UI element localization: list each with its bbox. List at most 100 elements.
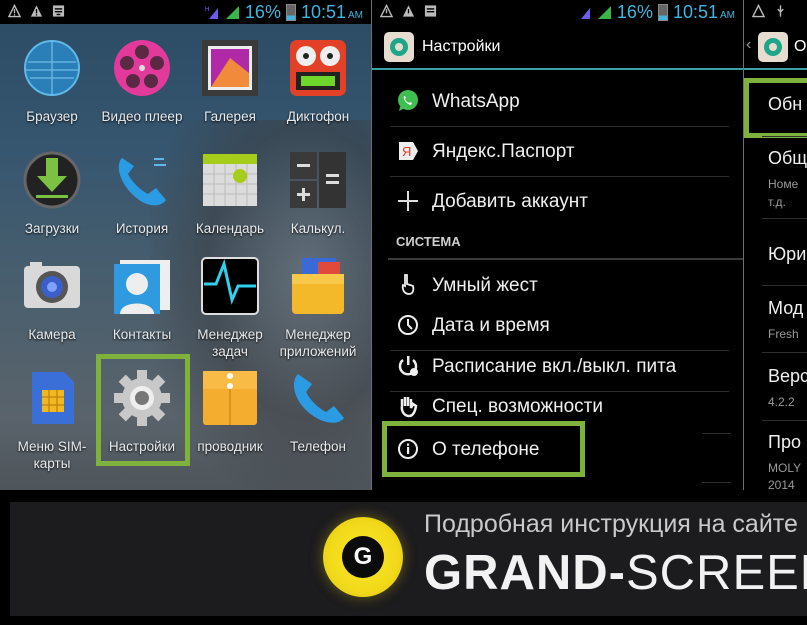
app-file-explorer[interactable]: проводник bbox=[184, 368, 276, 455]
updates-highlight-box bbox=[744, 78, 807, 138]
page-title: Настройки bbox=[422, 38, 501, 55]
app-label: Видео плеер bbox=[101, 109, 183, 124]
sim-card-icon bbox=[32, 372, 74, 424]
about-item-android-version[interactable]: Верс bbox=[768, 366, 807, 387]
settings-highlight-box bbox=[96, 354, 190, 466]
about-item-baseband[interactable]: Про bbox=[768, 432, 801, 453]
accessibility-hand-icon bbox=[400, 397, 418, 418]
about-action-bar: ‹ О bbox=[744, 24, 807, 70]
app-downloads[interactable]: Загрузки bbox=[6, 150, 98, 237]
list-divider bbox=[762, 352, 807, 353]
app-recorder[interactable]: Диктофон bbox=[272, 38, 364, 125]
svg-text:Я: Я bbox=[402, 144, 411, 159]
app-label: Меню SIM-карты bbox=[17, 439, 87, 471]
warning-icon bbox=[752, 4, 765, 18]
about-phone-highlight-box bbox=[382, 421, 585, 477]
app-label: Календарь bbox=[195, 221, 265, 236]
section-divider bbox=[388, 258, 743, 260]
app-phone[interactable]: Телефон bbox=[272, 368, 364, 455]
item-subtitle: Fresh bbox=[768, 327, 799, 341]
usb-icon bbox=[777, 5, 784, 17]
power-schedule-icon bbox=[398, 356, 418, 376]
settings-app-icon[interactable] bbox=[384, 32, 414, 62]
warning-icon bbox=[30, 5, 43, 17]
home-screen: H 16% 10:51 AM Браузер Видео плеер Галере… bbox=[0, 0, 371, 490]
app-label: Браузер bbox=[26, 109, 78, 124]
item-subtitle: MOLY bbox=[768, 461, 802, 475]
item-label: WhatsApp bbox=[432, 91, 520, 112]
app-video-player[interactable]: Видео плеер bbox=[96, 38, 188, 125]
yandex-icon: Я bbox=[399, 142, 418, 160]
time-value: 10:51 bbox=[672, 2, 718, 22]
list-divider bbox=[762, 218, 807, 219]
settings-app-icon[interactable] bbox=[758, 32, 788, 62]
status-bar bbox=[744, 0, 807, 24]
grand-screen-logo: G bbox=[323, 517, 403, 597]
banner-brand: GRAND-SCREEN bbox=[424, 545, 807, 601]
about-item-general[interactable]: Общ bbox=[768, 148, 807, 169]
about-item-model[interactable]: Мод bbox=[768, 298, 803, 319]
list-divider bbox=[762, 136, 807, 137]
item-label: Яндекс.Паспорт bbox=[432, 141, 575, 162]
add-account-button[interactable]: Добавить аккаунт bbox=[390, 177, 743, 227]
list-divider bbox=[762, 285, 807, 286]
task-manager-icon bbox=[201, 257, 259, 315]
settings-gear-icon bbox=[390, 38, 408, 56]
about-phone-screen: ‹ О Обн Общ Номе т.д. Юри Мод Fresh Верс… bbox=[744, 0, 807, 490]
brand-bold: GRAND- bbox=[424, 546, 626, 600]
settings-screen: 16% 10:51 AM Настройки WhatsApp Я Яндекс.… bbox=[372, 0, 743, 490]
plus-icon bbox=[398, 191, 418, 211]
brand-light: SCREEN bbox=[625, 546, 807, 600]
item-label: Умный жест bbox=[432, 275, 538, 296]
status-bar: 16% 10:51 AM bbox=[372, 0, 743, 24]
account-item-whatsapp[interactable]: WhatsApp bbox=[390, 77, 743, 127]
list-divider bbox=[702, 482, 731, 483]
app-sim-menu[interactable]: Меню SIM-карты bbox=[6, 368, 98, 472]
app-calculator[interactable]: Калькул. bbox=[272, 150, 364, 237]
ampm-value: AM bbox=[348, 10, 363, 21]
clock-icon bbox=[398, 315, 418, 335]
list-divider bbox=[702, 433, 731, 434]
app-task-manager[interactable]: Менеджер задач bbox=[184, 256, 276, 360]
app-contacts[interactable]: Контакты bbox=[96, 256, 188, 343]
call-history-icon bbox=[118, 158, 166, 206]
phone-icon bbox=[293, 374, 344, 423]
section-header-system: СИСТЕМА bbox=[396, 234, 461, 249]
app-calendar[interactable]: Календарь bbox=[184, 150, 276, 237]
status-bar: H 16% 10:51 AM bbox=[0, 0, 371, 24]
app-label: Контакты bbox=[112, 327, 172, 342]
file-explorer-icon bbox=[203, 371, 257, 425]
list-divider bbox=[762, 420, 807, 421]
data-network-icon: H bbox=[205, 7, 218, 19]
contacts-icon bbox=[114, 260, 170, 314]
item-label: Спец. возможности bbox=[432, 396, 603, 417]
app-label: Камера bbox=[28, 327, 76, 342]
recorder-icon bbox=[290, 40, 346, 96]
about-item-legal[interactable]: Юри bbox=[768, 244, 806, 265]
item-subtitle: т.д. bbox=[768, 195, 786, 209]
download-icon bbox=[23, 151, 81, 209]
whatsapp-icon bbox=[398, 90, 418, 111]
clock-time: 10:51 AM bbox=[673, 2, 735, 23]
item-label: Дата и время bbox=[432, 315, 550, 336]
app-application-manager[interactable]: Менеджер приложений bbox=[272, 256, 364, 360]
video-reel-icon bbox=[114, 40, 170, 96]
app-label: Диктофон bbox=[286, 109, 350, 124]
battery-icon bbox=[285, 4, 296, 21]
notification-icon bbox=[424, 5, 437, 17]
app-browser[interactable]: Браузер bbox=[6, 38, 98, 125]
calendar-icon bbox=[203, 154, 257, 206]
app-history[interactable]: История bbox=[96, 150, 188, 237]
account-item-yandex[interactable]: Я Яндекс.Паспорт bbox=[390, 127, 743, 177]
app-label: Менеджер приложений bbox=[279, 327, 357, 359]
banner-subtitle: Подробная инструкция на сайте bbox=[424, 510, 798, 538]
logo-letter: G bbox=[342, 536, 384, 578]
app-gallery[interactable]: Галерея bbox=[184, 38, 276, 125]
back-chevron-icon[interactable]: ‹ bbox=[746, 36, 751, 54]
signal-icon bbox=[225, 6, 239, 19]
battery-percent: 16% bbox=[244, 2, 281, 22]
app-camera[interactable]: Камера bbox=[6, 256, 98, 343]
item-label: Добавить аккаунт bbox=[432, 191, 588, 212]
warning-icon bbox=[380, 4, 393, 18]
calculator-icon bbox=[290, 152, 346, 208]
